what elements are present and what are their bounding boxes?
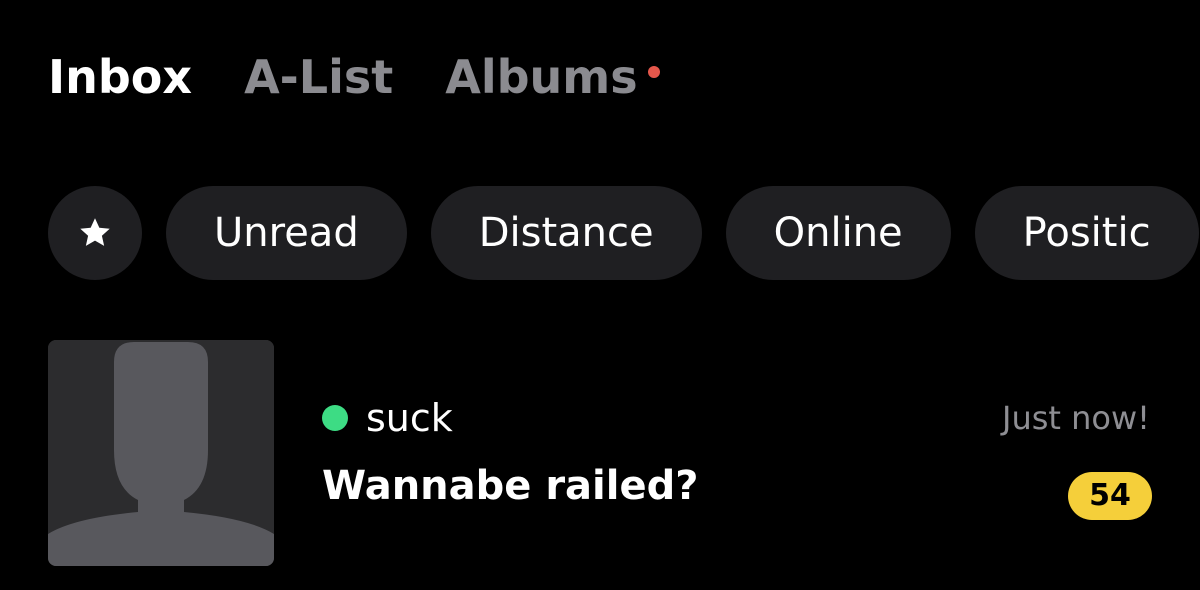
filter-chips: Unread Distance Online Positic	[48, 186, 1200, 280]
star-icon	[80, 218, 110, 246]
name-line: suck	[322, 396, 453, 440]
notification-dot	[647, 66, 660, 78]
conversation-row[interactable]: suck Wannabe railed? Just now! 54	[48, 340, 1152, 568]
filter-chip-online[interactable]: Online	[725, 186, 951, 280]
inbox-screen: Inbox A-List Albums Unread Distance Onli…	[0, 0, 1200, 590]
tab-albums[interactable]: Albums	[445, 44, 660, 110]
filter-chip-unread[interactable]: Unread	[166, 186, 407, 280]
favorites-filter-button[interactable]	[48, 186, 142, 280]
online-status-indicator	[322, 405, 348, 431]
top-tabs: Inbox A-List Albums	[48, 44, 690, 110]
unread-count-badge: 54	[1068, 472, 1152, 520]
tab-a-list[interactable]: A-List	[244, 44, 393, 110]
contact-name: suck	[366, 396, 453, 440]
default-profile-silhouette-icon	[48, 340, 274, 566]
avatar[interactable]	[48, 340, 274, 566]
filter-chip-distance[interactable]: Distance	[430, 186, 702, 280]
filter-chip-position[interactable]: Positic	[974, 186, 1199, 280]
last-message: Wannabe railed?	[322, 463, 699, 509]
tab-inbox[interactable]: Inbox	[48, 44, 192, 110]
tab-albums-label: Albums	[445, 50, 638, 104]
message-timestamp: Just now!	[1002, 399, 1150, 437]
